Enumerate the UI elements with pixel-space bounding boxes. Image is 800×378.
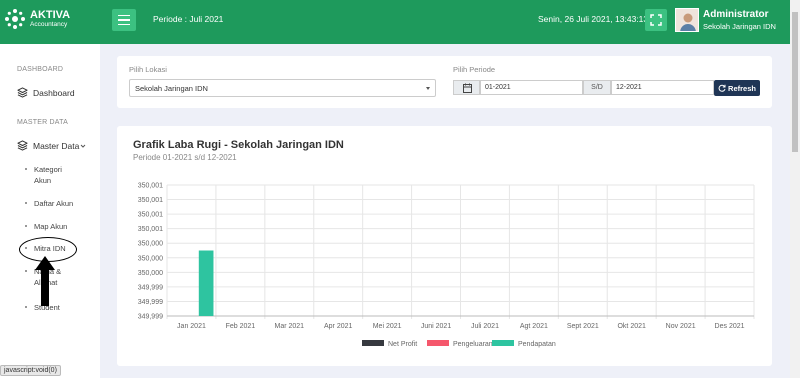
page-scrollbar[interactable] bbox=[790, 0, 800, 378]
sidebar-item-daftar-akun[interactable]: Daftar Akun bbox=[25, 198, 85, 209]
sidebar-section-master-data: MASTER DATA bbox=[17, 119, 68, 126]
x-tick-label: Jan 2021 bbox=[177, 323, 206, 330]
x-tick-label: Mar 2021 bbox=[275, 323, 305, 330]
y-tick-label: 349,999 bbox=[138, 284, 163, 291]
sidebar-item-label: Master Data bbox=[33, 140, 80, 151]
hamburger-icon bbox=[118, 14, 130, 17]
x-tick-label: Agt 2021 bbox=[520, 323, 548, 330]
periode-end-input[interactable]: 12-2021 bbox=[611, 80, 714, 95]
user-name[interactable]: Administrator bbox=[703, 9, 769, 20]
periode-label: Pilih Periode bbox=[453, 65, 496, 74]
layers-icon bbox=[17, 87, 28, 98]
legend-label: Pendapatan bbox=[518, 341, 556, 348]
periode-start-input[interactable]: 01-2021 bbox=[480, 80, 583, 95]
bar-pendapatan bbox=[198, 250, 214, 316]
legend-label: Net Profit bbox=[388, 341, 417, 348]
user-avatar-icon bbox=[676, 9, 698, 31]
y-tick-label: 350,000 bbox=[138, 270, 163, 277]
refresh-icon bbox=[718, 84, 726, 92]
x-tick-label: Sept 2021 bbox=[567, 323, 599, 330]
sidebar-item-label: Kategori Akun bbox=[34, 165, 62, 185]
aktiva-logo-icon bbox=[5, 9, 25, 29]
browser-status-bar: javascript:void(0) bbox=[0, 365, 61, 376]
sidebar-item-label: Map Akun bbox=[34, 222, 68, 231]
x-tick-label: Apr 2021 bbox=[324, 323, 353, 330]
calendar-button[interactable] bbox=[453, 80, 480, 95]
legend-swatch bbox=[362, 340, 384, 346]
current-period: Periode : Juli 2021 bbox=[153, 14, 224, 24]
scrollbar-thumb[interactable] bbox=[792, 12, 798, 152]
lokasi-selected-value: Sekolah Jaringan IDN bbox=[135, 84, 208, 93]
sidebar-item-kategori-akun[interactable]: Kategori Akun bbox=[25, 164, 75, 186]
y-tick-label: 350,001 bbox=[138, 183, 163, 190]
sidebar: DASHBOARD Dashboard MASTER DATA Master D… bbox=[0, 44, 100, 378]
sd-separator: S/D bbox=[583, 80, 611, 95]
y-tick-label: 350,001 bbox=[138, 212, 163, 219]
y-tick-label: 350,001 bbox=[138, 197, 163, 204]
sidebar-item-master-data[interactable]: Master Data bbox=[17, 140, 86, 151]
sidebar-item-label: Daftar Akun bbox=[34, 199, 74, 208]
y-tick-label: 350,000 bbox=[138, 255, 163, 262]
menu-toggle-button[interactable] bbox=[112, 9, 136, 31]
chart-card: Grafik Laba Rugi - Sekolah Jaringan IDN … bbox=[117, 126, 772, 366]
brand[interactable]: AKTIVA Accountancy bbox=[4, 8, 70, 30]
y-tick-label: 349,999 bbox=[138, 314, 163, 321]
sidebar-section-dashboard: DASHBOARD bbox=[17, 66, 64, 73]
x-tick-label: Des 2021 bbox=[715, 323, 745, 330]
bullet-icon bbox=[25, 225, 27, 227]
user-organization: Sekolah Jaringan IDN bbox=[703, 22, 776, 31]
current-datetime: Senin, 26 Juli 2021, 13:43:13 bbox=[538, 14, 649, 24]
y-tick-label: 350,000 bbox=[138, 241, 163, 248]
avatar[interactable] bbox=[675, 8, 699, 32]
layers-icon bbox=[17, 140, 28, 151]
chevron-down-icon bbox=[80, 144, 86, 148]
fullscreen-icon bbox=[650, 14, 662, 26]
sidebar-item-label: Dashboard bbox=[33, 87, 75, 98]
x-tick-label: Juli 2021 bbox=[471, 323, 499, 330]
lokasi-select[interactable]: Sekolah Jaringan IDN bbox=[129, 79, 436, 97]
filter-card: Pilih Lokasi Sekolah Jaringan IDN Pilih … bbox=[117, 56, 772, 108]
fullscreen-button[interactable] bbox=[645, 9, 667, 31]
refresh-button[interactable]: Refresh bbox=[714, 80, 760, 96]
legend-swatch bbox=[492, 340, 514, 346]
sidebar-item-dashboard[interactable]: Dashboard bbox=[17, 87, 75, 98]
x-tick-label: Mei 2021 bbox=[373, 323, 402, 330]
laba-rugi-chart: 350,001 350,001 350,001 350,001 350,000 350,0… bbox=[138, 183, 755, 348]
arrow-up-icon bbox=[35, 256, 55, 306]
caret-down-icon bbox=[426, 87, 430, 90]
brand-name: AKTIVA bbox=[30, 9, 71, 21]
bullet-icon bbox=[25, 306, 27, 308]
top-bar: AKTIVA Accountancy Periode : Juli 2021 S… bbox=[0, 0, 790, 44]
legend-label: Pengeluaran bbox=[453, 341, 493, 348]
bullet-icon bbox=[25, 270, 27, 272]
x-tick-label: Okt 2021 bbox=[617, 323, 646, 330]
brand-subtitle: Accountancy bbox=[30, 21, 68, 28]
refresh-label: Refresh bbox=[728, 83, 756, 93]
calendar-icon bbox=[463, 83, 472, 93]
lokasi-label: Pilih Lokasi bbox=[129, 65, 167, 74]
bullet-icon bbox=[25, 202, 27, 204]
x-tick-label: Juni 2021 bbox=[421, 323, 451, 330]
bullet-icon bbox=[25, 168, 27, 170]
y-tick-label: 349,999 bbox=[138, 299, 163, 306]
y-tick-label: 350,001 bbox=[138, 226, 163, 233]
x-tick-label: Nov 2021 bbox=[666, 323, 696, 330]
sidebar-item-map-akun[interactable]: Map Akun bbox=[25, 221, 85, 232]
x-tick-label: Feb 2021 bbox=[226, 323, 256, 330]
legend-swatch bbox=[427, 340, 449, 346]
